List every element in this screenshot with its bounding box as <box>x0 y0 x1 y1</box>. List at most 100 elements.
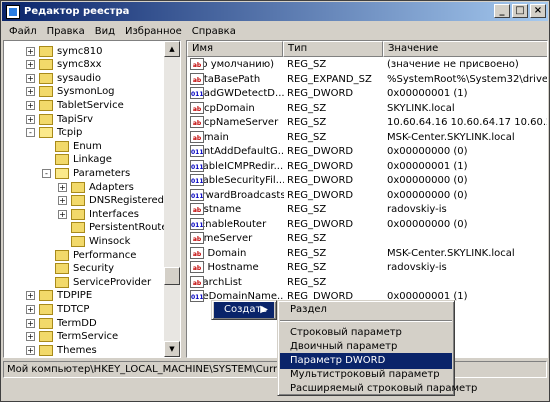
value-row[interactable]: ab DhcpDomain REG_SZ SKYLINK.local <box>187 101 547 116</box>
value-row[interactable]: 011 EnableSecurityFil... REG_DWORD 0x000000… <box>187 174 547 188</box>
tree-node-label: Adapters <box>89 181 134 193</box>
folder-icon <box>39 290 53 302</box>
value-type: REG_DWORD <box>287 88 354 99</box>
column-header-name[interactable]: Имя <box>187 41 283 57</box>
value-type: REG_SZ <box>287 262 327 273</box>
collapse-icon[interactable]: - <box>26 128 35 138</box>
window-title: Редактор реестра <box>24 6 130 17</box>
column-header-type[interactable]: Тип <box>283 41 383 57</box>
folder-icon <box>39 99 53 111</box>
binary-value-icon: 011 <box>190 145 204 157</box>
value-row[interactable]: 011 IPEnableRouter REG_DWORD 0x00000000 (0) <box>187 217 547 232</box>
value-row[interactable]: ab NameServer REG_SZ <box>187 232 547 246</box>
value-row[interactable]: ab (По умолчанию) REG_SZ (значение не присв… <box>187 58 547 72</box>
value-row[interactable]: 011 DeadGWDetectD... REG_DWORD 0x00000001 (… <box>187 87 547 101</box>
value-name: DeadGWDetectD... <box>190 88 284 99</box>
expand-icon[interactable]: + <box>26 291 35 301</box>
create-submenu: Раздел Строковый параметр Двоичный парам… <box>277 300 477 397</box>
binary-value-icon: 011 <box>190 290 204 302</box>
folder-icon <box>55 263 69 275</box>
maximize-button[interactable]: □ <box>512 4 528 18</box>
value-data: (значение не присвоено) <box>387 59 519 70</box>
submenu-item-key[interactable]: Раздел <box>280 302 452 318</box>
value-data: 0x00000000 (0) <box>387 146 468 157</box>
value-row[interactable]: 011 ForwardBroadcasts REG_DWORD 0x00000000 … <box>187 188 547 203</box>
key-tree-pane[interactable]: + symc810 + symc8xx + sysaudio + SysmonLog + Tabl… <box>3 40 181 358</box>
tree-node-label: sysaudio <box>57 72 102 84</box>
value-row[interactable]: ab Domain REG_SZ MSK-Center.SKYLINK.local <box>187 130 547 145</box>
value-data: MSK-Center.SKYLINK.local <box>387 131 515 143</box>
tree-node[interactable]: + Themes <box>26 342 97 357</box>
folder-icon <box>39 72 53 84</box>
menu-item-create[interactable]: Создать ▶ <box>214 302 274 318</box>
scroll-down-button[interactable]: ▼ <box>164 341 180 357</box>
tree-node-label: ServiceProvider <box>73 276 152 288</box>
expand-icon[interactable]: + <box>26 332 35 342</box>
expand-icon[interactable]: + <box>26 46 35 56</box>
string-value-icon: ab <box>190 203 204 215</box>
submenu-item-expandable-string-value[interactable]: Расширяемый строковый параметр <box>280 381 477 397</box>
menu-edit[interactable]: Правка <box>42 26 90 37</box>
value-row[interactable]: ab DataBasePath REG_EXPAND_SZ %SystemRoot%\… <box>187 72 547 87</box>
value-data: 0x00000000 (0) <box>387 175 468 186</box>
value-data: MSK-Center.SKYLINK.local <box>387 247 515 259</box>
string-value-icon: ab <box>190 116 204 128</box>
folder-icon <box>39 59 53 71</box>
tree-node-label: symc8xx <box>57 59 102 71</box>
value-row[interactable]: ab SearchList REG_SZ <box>187 275 547 290</box>
expand-icon[interactable]: + <box>26 73 35 83</box>
value-name: ForwardBroadcasts <box>190 189 284 201</box>
value-data: 0x00000001 (1) <box>387 88 468 99</box>
binary-value-icon: 011 <box>190 87 204 99</box>
regedit-app-icon <box>6 4 20 19</box>
menu-bar: Файл Правка Вид Избранное Справка <box>2 22 548 40</box>
string-value-icon: ab <box>190 72 204 85</box>
tree-node-label: TapiSrv <box>57 113 94 125</box>
expand-icon[interactable]: + <box>26 304 35 314</box>
expand-icon[interactable]: + <box>26 87 35 97</box>
expand-icon[interactable]: + <box>26 345 35 355</box>
expand-icon[interactable]: + <box>26 60 35 70</box>
expand-icon[interactable]: + <box>58 182 67 192</box>
tree-node-label: PersistentRoutes <box>89 222 173 234</box>
expand-icon[interactable]: + <box>58 209 67 219</box>
value-data: 10.60.64.16 10.60.64.17 10.60.2.5 <box>387 117 547 128</box>
tree-node-label: TermService <box>57 331 119 343</box>
title-bar[interactable]: Редактор реестра _ □ × <box>2 2 548 21</box>
folder-icon <box>71 195 85 207</box>
submenu-arrow-icon: ▶ <box>260 304 268 315</box>
binary-value-icon: 011 <box>190 174 204 186</box>
value-data: radovskiy-is <box>387 204 447 215</box>
expand-icon[interactable]: + <box>58 196 67 206</box>
pane-splitter[interactable] <box>181 40 185 358</box>
tree-node-label: symc810 <box>57 45 103 57</box>
binary-value-icon: 011 <box>190 217 204 230</box>
tree-node-label: TDPIPE <box>57 290 93 302</box>
value-row[interactable]: ab NV Domain REG_SZ MSK-Center.SKYLINK.loca… <box>187 246 547 261</box>
scroll-thumb[interactable] <box>164 267 180 285</box>
minimize-button[interactable]: _ <box>494 4 510 18</box>
value-row[interactable]: ab Hostname REG_SZ radovskiy-is <box>187 203 547 217</box>
tree-vertical-scrollbar[interactable]: ▲ ▼ <box>164 41 180 357</box>
value-type: REG_DWORD <box>287 160 354 172</box>
menu-favorites[interactable]: Избранное <box>120 26 187 37</box>
value-row[interactable]: 011 EnableICMPRedir... REG_DWORD 0x00000001… <box>187 159 547 174</box>
value-row[interactable]: 011 DontAddDefaultG... REG_DWORD 0x00000000… <box>187 145 547 159</box>
menu-help[interactable]: Справка <box>187 26 241 37</box>
folder-icon <box>55 154 69 166</box>
close-button[interactable]: × <box>530 4 546 18</box>
collapse-icon[interactable]: - <box>42 168 51 178</box>
expand-icon[interactable]: + <box>26 114 35 124</box>
scroll-up-button[interactable]: ▲ <box>164 41 180 57</box>
menu-view[interactable]: Вид <box>90 26 120 37</box>
tree-node-label: Performance <box>73 249 137 261</box>
expand-icon[interactable]: + <box>26 100 35 110</box>
column-header-value[interactable]: Значение <box>383 41 547 57</box>
value-row[interactable]: ab DhcpNameServer REG_SZ 10.60.64.16 10.60.… <box>187 116 547 130</box>
value-type: REG_DWORD <box>287 146 354 157</box>
menu-file[interactable]: Файл <box>4 26 42 37</box>
expand-icon[interactable]: + <box>26 318 35 328</box>
value-type: REG_SZ <box>287 276 327 288</box>
value-row[interactable]: ab NV Hostname REG_SZ radovskiy-is <box>187 261 547 275</box>
tree-node-label: Tcpip <box>57 127 83 139</box>
